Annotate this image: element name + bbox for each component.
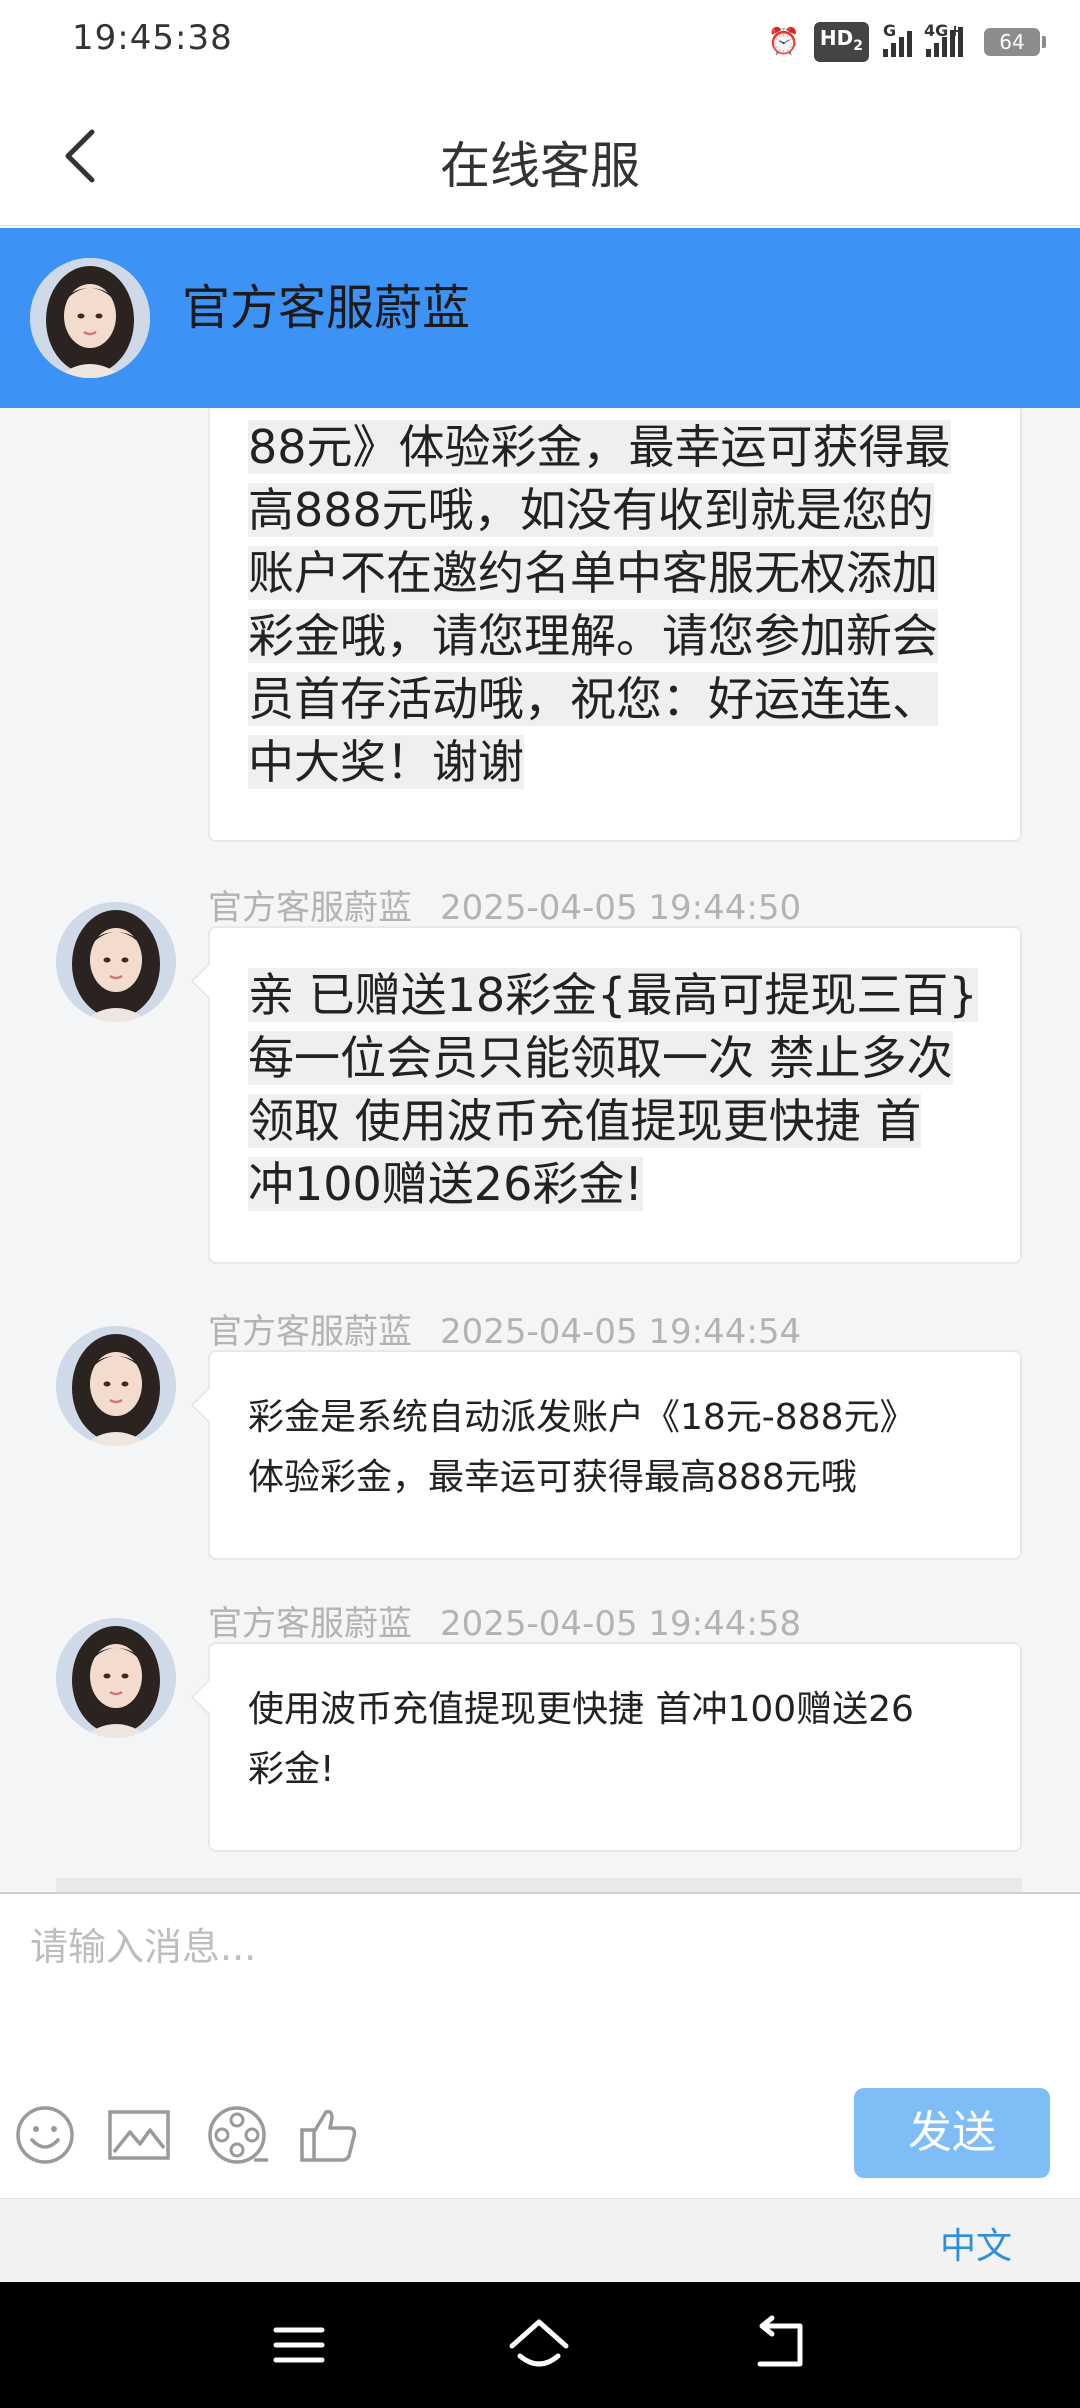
back-arrow-icon: [757, 2315, 803, 2367]
message-text: 88元》体验彩金，最幸运可获得最 高888元哦，如没有收到就是您的 账户不在邀约…: [210, 408, 1020, 828]
title-bar: 在线客服: [0, 86, 1080, 226]
message-meta: 官方客服蔚蓝 2025-04-05 19:44:58: [208, 1596, 801, 1645]
sender-name: 官方客服蔚蓝: [208, 1604, 412, 1644]
message-bubble: 使用波币充值提现更快捷 首冲100赠送26 彩金!: [208, 1642, 1022, 1852]
message-text: 彩金是系统自动派发账户《18元-888元》 体验彩金，最幸运可获得最高888元哦: [248, 1397, 916, 1498]
message-meta: 官方客服蔚蓝 2025-04-05 19:44:50: [208, 880, 801, 929]
agent-avatar: [56, 1326, 176, 1446]
thumbs-up-icon: [300, 2109, 357, 2162]
agent-header: 官方客服蔚蓝: [0, 228, 1080, 408]
message-text-content: 88元》体验彩金，最幸运可获得最 高888元哦，如没有收到就是您的 账户不在邀约…: [248, 420, 951, 789]
image-button[interactable]: [106, 2102, 172, 2168]
chat-messages[interactable]: 88元》体验彩金，最幸运可获得最 高888元哦，如没有收到就是您的 账户不在邀约…: [0, 408, 1080, 1892]
message-text: 使用波币充值提现更快捷 首冲100赠送26 彩金!: [248, 1689, 914, 1790]
message-bubble: 88元》体验彩金，最幸运可获得最 高888元哦，如没有收到就是您的 账户不在邀约…: [208, 408, 1022, 842]
home-button[interactable]: [506, 2312, 572, 2378]
message-timestamp: 2025-04-05 19:44:54: [440, 1312, 802, 1352]
message-bubble: 亲 已赠送18彩金{最高可提现三百} 每一位会员只能领取一次 禁止多次 领取 使…: [208, 926, 1022, 1264]
alarm-icon: ⏰: [767, 27, 800, 57]
hd-label: HD: [819, 26, 854, 50]
send-button[interactable]: 发送: [854, 2088, 1050, 2178]
image-icon: [108, 2110, 170, 2160]
agent-avatar: [56, 1618, 176, 1738]
message-input[interactable]: [30, 1914, 1050, 1980]
status-bar: 19:45:38 ⏰ HD2 G 4G+ 64: [0, 0, 1080, 86]
hd-voice-icon: HD2: [813, 22, 869, 62]
hd-sub: 2: [853, 38, 863, 54]
agent-avatar: [30, 258, 150, 378]
page-title: 在线客服: [440, 137, 640, 195]
language-bar: 中文: [0, 2198, 1080, 2282]
message-timestamp: 2025-04-05 19:44:58: [440, 1604, 802, 1644]
status-time: 19:45:38: [72, 18, 233, 58]
sender-name: 官方客服蔚蓝: [208, 1312, 412, 1352]
home-icon: [509, 2319, 569, 2367]
message-text-content: 亲 已赠送18彩金{最高可提现三百} 每一位会员只能领取一次 禁止多次 领取 使…: [248, 968, 978, 1211]
message-bubble: 彩金是系统自动派发账户《18元-888元》 体验彩金，最幸运可获得最高888元哦: [208, 1350, 1022, 1560]
like-button[interactable]: [296, 2102, 362, 2168]
chat-scroll-edge: [56, 1878, 1022, 1892]
network-label-2: 4G+: [924, 21, 962, 40]
system-nav-bar: [0, 2282, 1080, 2408]
back-nav-button[interactable]: [748, 2312, 814, 2378]
agent-avatar: [56, 902, 176, 1022]
message-timestamp: 2025-04-05 19:44:50: [440, 888, 802, 928]
film-reel-icon: [208, 2106, 268, 2164]
message-meta: 官方客服蔚蓝 2025-04-05 19:44:54: [208, 1304, 801, 1353]
status-icons: ⏰ HD2 G 4G+ 64: [767, 21, 1046, 62]
sender-name: 官方客服蔚蓝: [208, 888, 412, 928]
battery-icon: 64: [984, 28, 1046, 56]
video-button[interactable]: [204, 2102, 270, 2168]
language-switch[interactable]: 中文: [940, 2217, 1012, 2269]
menu-icon: [273, 2327, 325, 2363]
signal-icon: G: [883, 21, 912, 57]
emoji-icon: [16, 2106, 74, 2164]
emoji-button[interactable]: [12, 2102, 78, 2168]
signal-icon-2: 4G+: [924, 21, 970, 57]
menu-button[interactable]: [266, 2312, 332, 2378]
input-area: 发送: [0, 1892, 1080, 2198]
network-label-1: G: [883, 21, 897, 40]
message-text: 亲 已赠送18彩金{最高可提现三百} 每一位会员只能领取一次 禁止多次 领取 使…: [210, 928, 1020, 1250]
agent-name: 官方客服蔚蓝: [182, 280, 471, 336]
